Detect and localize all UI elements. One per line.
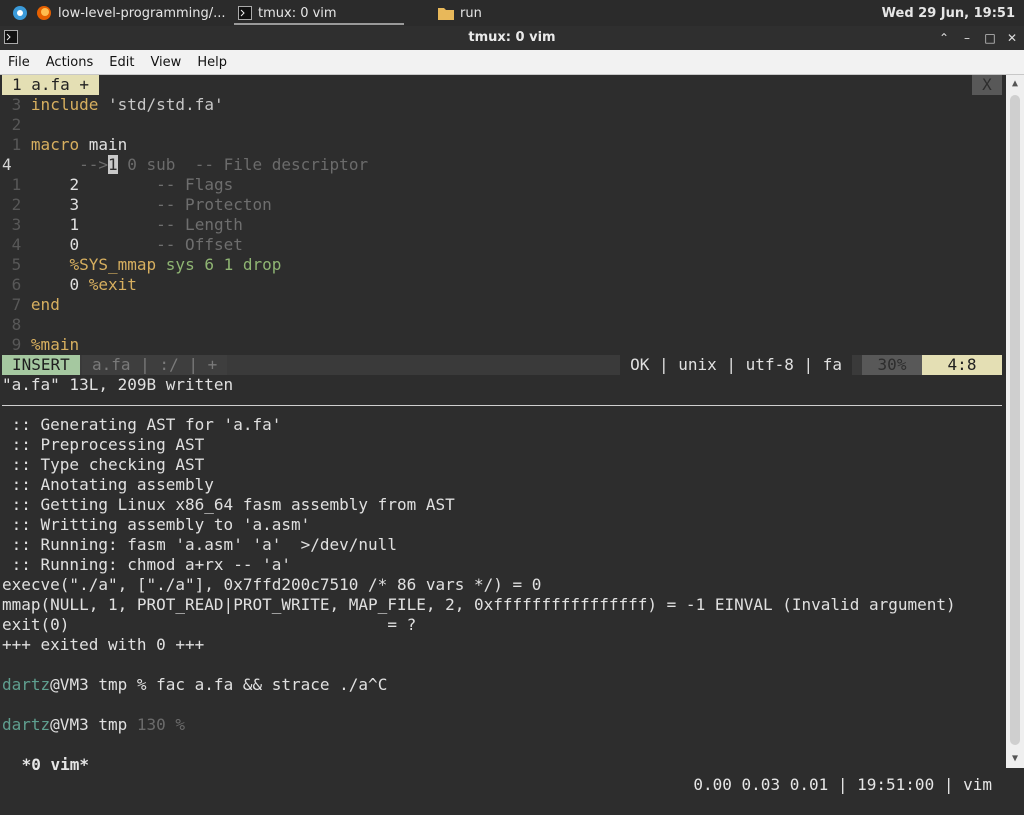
task-firefox-label: low-level-programming/... [58,5,226,21]
tmux-window-label[interactable]: *0 vim* [12,755,89,775]
vim-line: 2 3 -- Protecton [11,195,272,214]
tmux-pane-separator[interactable] [2,405,1002,406]
top-panel: low-level-programming/... tmux: 0 vim ru… [0,0,1024,26]
menu-file[interactable]: File [0,55,38,70]
shell-line: exit(0) = ? [2,615,417,634]
vim-line: 3 include 'std/std.fa' [11,95,224,114]
scrollbar-thumb[interactable] [1010,95,1020,745]
vim-line: 3 1 -- Length [11,215,243,234]
shell-line: :: Running: chmod a+rx -- 'a' [2,555,291,574]
shell-line: mmap(NULL, 1, PROT_READ|PROT_WRITE, MAP_… [2,595,956,614]
vim-line: 9 %main [11,335,80,354]
vim-message: "a.fa" 13L, 209B written [2,375,234,394]
firefox-icon [37,6,51,20]
tmux-status-right: 0.00 0.03 0.01 | 19:51:00 | vim [693,775,992,794]
app-menu-button[interactable] [12,0,28,26]
vim-tabline: 1 a.fa + X [2,75,1002,95]
tmux-statusbar: *0 vim* 0.00 0.03 0.01 | 19:51:00 | vim [2,735,1002,794]
prompt-user: dartz [2,675,51,694]
shell-line: :: Getting Linux x86_64 fasm assembly fr… [2,495,455,514]
vim-line: 4 0 -- Offset [11,235,243,254]
task-firefox[interactable]: low-level-programming/... [36,0,232,26]
vim-line: 5 %SYS_mmap sys 6 1 drop [11,255,282,274]
task-folder[interactable]: run [438,0,558,26]
window-titlebar[interactable]: tmux: 0 vim ⌃ – □ ✕ [0,26,1024,50]
vim-line: 2 [11,115,22,134]
vim-line: 6 0 %exit [11,275,137,294]
task-folder-label: run [460,5,482,21]
scroll-down-icon[interactable]: ▼ [1006,750,1024,768]
vim-cursor-position: 4:8 [922,355,1002,375]
menu-help[interactable]: Help [189,55,235,70]
prompt-exit-code: 130 % [136,715,186,734]
terminal-icon [238,6,252,20]
menu-view[interactable]: View [142,55,189,70]
vim-tab-active[interactable]: 1 a.fa + [2,75,100,95]
vim-line-current: 4 -->1 0 sub -- File descriptor [2,155,369,174]
app-launcher-icon [13,6,27,20]
prompt-host: @VM3 tmp [50,715,137,734]
shell-line: :: Generating AST for 'a.fa' [2,415,282,434]
menu-edit[interactable]: Edit [101,55,142,70]
terminal-scrollbar[interactable]: ▲ ▼ [1006,75,1024,768]
vim-statusline: INSERT a.fa | :/ | + OK | unix | utf-8 |… [2,355,1002,375]
vim-line: 8 [11,315,22,334]
shell-line: :: Type checking AST [2,455,205,474]
minimize-icon[interactable]: – [958,29,976,47]
scroll-up-icon[interactable]: ▲ [1006,75,1024,93]
shell-line: :: Writting assembly to 'a.asm' [2,515,311,534]
window-title: tmux: 0 vim [468,30,556,45]
vim-line: 1 2 -- Flags [11,175,234,194]
shade-icon[interactable]: ⌃ [935,29,953,47]
vim-line: 1 macro main [11,135,128,154]
menu-actions[interactable]: Actions [38,55,102,70]
vim-file-format: OK | unix | utf-8 | fa [620,355,852,375]
folder-icon [438,8,454,20]
shell-line: +++ exited with 0 +++ [2,635,205,654]
clock[interactable]: Wed 29 Jun, 19:51 [882,0,1015,26]
shell-line: :: Preprocessing AST [2,435,205,454]
vim-percent: 30% [862,355,922,375]
prompt-command: @VM3 tmp % fac a.fa && strace ./a^C [50,675,388,694]
vim-mode: INSERT [2,355,80,375]
menu-bar: File Actions Edit View Help [0,50,1024,75]
terminal-area[interactable]: 1 a.fa + X 3 include 'std/std.fa' 2 1 ma… [2,75,1002,794]
shell-line: execve("./a", ["./a"], 0x7ffd200c7510 /*… [2,575,542,594]
shell-line: :: Running: fasm 'a.asm' 'a' >/dev/null [2,535,397,554]
vim-line: 7 end [11,295,60,314]
maximize-icon[interactable]: □ [981,29,999,47]
task-terminal-label: tmux: 0 vim [258,5,337,21]
vim-tab-close[interactable]: X [972,75,1002,95]
vim-file-info: a.fa | :/ | + [82,355,228,375]
shell-prompt-line[interactable]: dartz@VM3 tmp 130 % [2,715,1002,735]
shell-line: :: Anotating assembly [2,475,214,494]
shell-prompt-line: dartz@VM3 tmp % fac a.fa && strace ./a^C [2,675,1002,695]
close-icon[interactable]: ✕ [1003,29,1021,47]
active-task-indicator [234,23,404,25]
prompt-user: dartz [2,715,51,734]
